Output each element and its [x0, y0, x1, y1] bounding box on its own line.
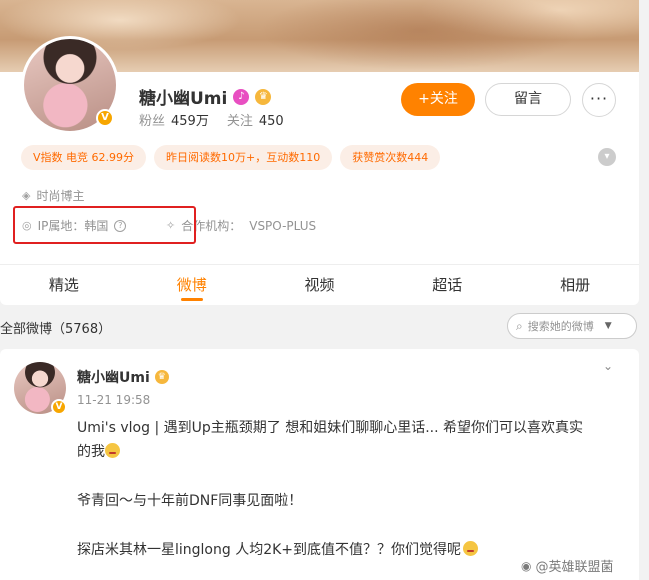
watermark-text: @英雄联盟菌 [535, 560, 614, 575]
tag-reads[interactable]: 昨日阅读数10万+，互动数110 [154, 145, 333, 170]
message-button[interactable]: 留言 [485, 83, 571, 116]
heart-eyes-emoji-icon [105, 443, 120, 458]
post-paragraph-2: 爷青回～与十年前DNF同事见面啦！ [77, 489, 627, 513]
following-count: 450 [258, 114, 284, 129]
tab-featured[interactable]: 精选 [0, 265, 128, 305]
crown-icon[interactable]: ♛ [255, 88, 272, 105]
shy-emoji-icon [463, 541, 479, 556]
fans-stat[interactable]: 粉丝 459万 [139, 110, 209, 129]
verified-badge-icon: V [96, 109, 114, 127]
role-line: ◈ 时尚博主 [22, 187, 84, 204]
following-label: 关注 [226, 114, 253, 129]
post-timestamp[interactable]: 11-21 19:58 [77, 393, 150, 407]
profile-tags: V指数 电竞 62.99分 昨日阅读数10万+，互动数110 获赞赏次数444 [21, 145, 441, 170]
post-paragraph-1: Umi's vlog | 遇到Up主瓶颈期了 想和姐妹们聊聊心里话... 希望你… [77, 416, 627, 464]
post-author-name[interactable]: 糖小幽Umi [77, 367, 150, 387]
tab-super-topic[interactable]: 超话 [383, 265, 511, 305]
watermark: ◉ @英雄联盟菌 [521, 556, 614, 576]
search-placeholder: 搜索她的微博 [527, 320, 594, 333]
fans-count: 459万 [171, 114, 209, 129]
profile-username[interactable]: 糖小幽Umi [139, 84, 227, 109]
vip-member-icon[interactable]: ♪ [233, 88, 250, 105]
post-line-2: 的我 [77, 444, 105, 460]
post-list-title: 全部微博（5768） [0, 322, 112, 337]
post-card: V 糖小幽Umi ♛ 11-21 19:58 ⌄ Umi's vlog | 遇到… [0, 349, 639, 580]
post-search-input[interactable]: ⌕ 搜索她的微博 ▼ [507, 313, 637, 339]
role-text: 时尚博主 [36, 189, 85, 203]
search-dropdown-icon[interactable]: ▼ [605, 321, 612, 331]
post-menu-chevron-icon[interactable]: ⌄ [603, 359, 613, 373]
follow-button[interactable]: +关注 [401, 83, 475, 116]
following-stat[interactable]: 关注 450 [227, 110, 284, 129]
post-line-3: 爷青回～与十年前DNF同事见面啦！ [77, 493, 303, 509]
profile-stats: 粉丝 459万 关注 450 [139, 110, 284, 129]
profile-tabs: 精选 微博 视频 超话 相册 [0, 264, 639, 305]
post-line-4: 探店米其林一星linglong 人均2K+到底值不值？？你们觉得呢 [77, 542, 462, 558]
search-icon: ⌕ [516, 318, 523, 333]
tab-video[interactable]: 视频 [256, 265, 384, 305]
tab-album[interactable]: 相册 [511, 265, 639, 305]
weibo-logo-icon: ◉ [521, 558, 532, 573]
more-button[interactable]: ··· [582, 83, 616, 117]
profile-name-row: 糖小幽Umi ♪ ♛ [139, 84, 272, 109]
expand-chevron-icon[interactable]: ▾ [598, 148, 616, 166]
highlight-box [13, 206, 196, 244]
profile-card: V 糖小幽Umi ♪ ♛ 粉丝 459万 关注 450 +关注 留言 ··· V指数… [0, 0, 639, 305]
tab-weibo[interactable]: 微博 [128, 265, 256, 305]
post-verified-badge-icon: V [51, 399, 67, 415]
fans-label: 粉丝 [139, 114, 166, 129]
crown-icon[interactable]: ♛ [154, 370, 169, 384]
tag-rewards[interactable]: 获赞赏次数444 [340, 145, 441, 170]
post-line-1: Umi's vlog | 遇到Up主瓶颈期了 想和姐妹们聊聊心里话... 希望你… [77, 420, 583, 436]
post-author-row: 糖小幽Umi ♛ [77, 367, 169, 387]
tag-v-index[interactable]: V指数 电竞 62.99分 [21, 145, 147, 170]
agency-value[interactable]: VSPO-PLUS [249, 219, 316, 233]
shield-icon: ◈ [22, 189, 31, 202]
